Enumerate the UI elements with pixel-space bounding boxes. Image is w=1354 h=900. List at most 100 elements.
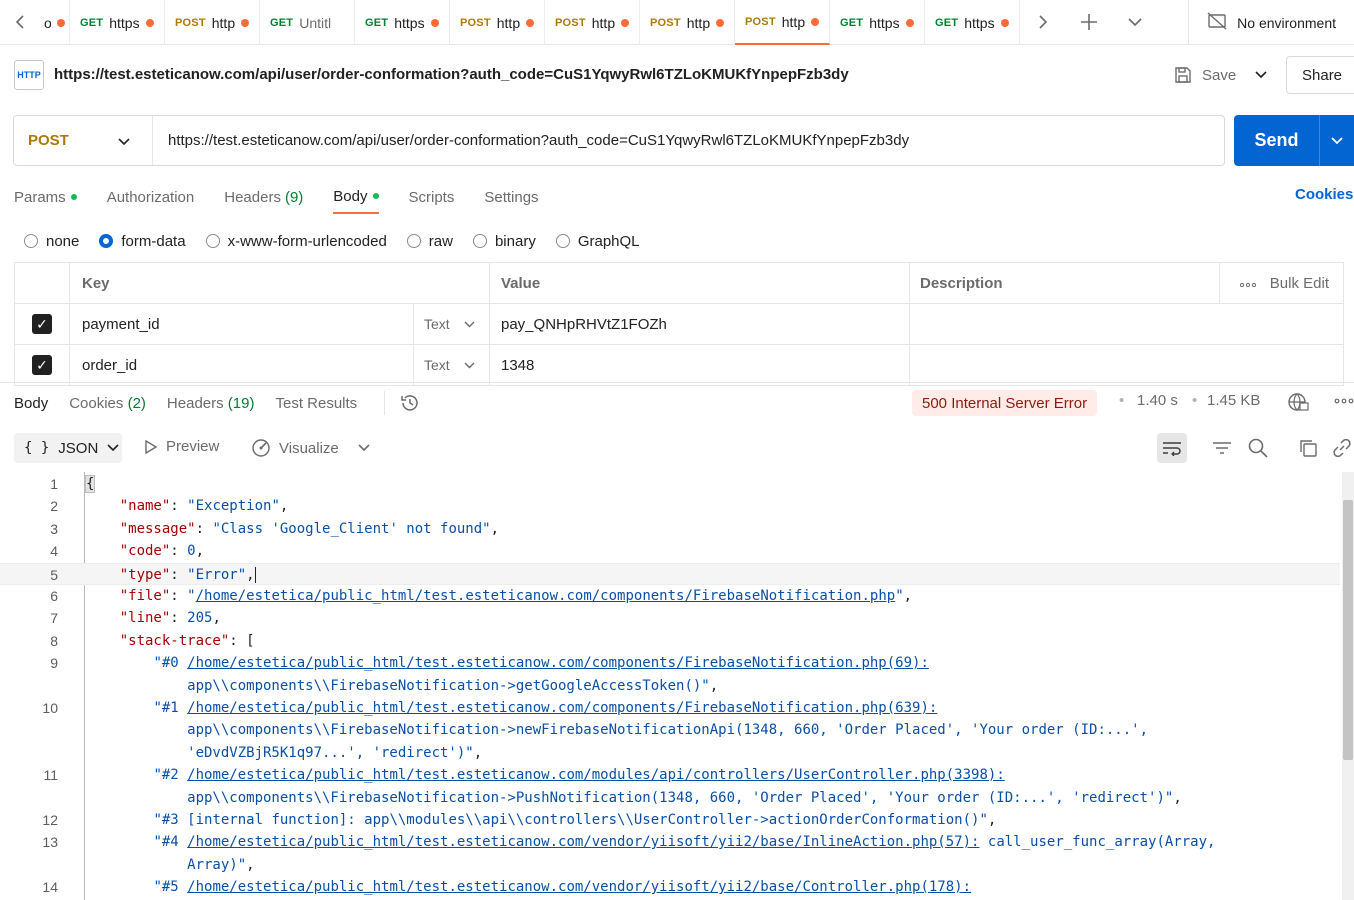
description-input[interactable] bbox=[910, 304, 1344, 344]
filter-icon[interactable] bbox=[1207, 433, 1237, 463]
response-headers-count: (19) bbox=[227, 394, 255, 412]
body-type-option[interactable]: none bbox=[24, 233, 79, 250]
cookies-link[interactable]: Cookies bbox=[1295, 186, 1353, 203]
type-value: Text bbox=[424, 316, 450, 332]
radio-button[interactable] bbox=[406, 234, 421, 248]
network-globe-icon[interactable] bbox=[1287, 392, 1309, 415]
file-path-link[interactable]: /home/estetica/public_html/test.estetica… bbox=[196, 588, 896, 604]
more-options-icon[interactable] bbox=[1239, 275, 1256, 292]
request-tab[interactable]: POST http bbox=[450, 0, 545, 45]
file-path-link[interactable]: /home/estetica/public_html/test.estetica… bbox=[187, 655, 929, 671]
copy-icon[interactable] bbox=[1293, 433, 1323, 463]
request-tab[interactable]: GET https bbox=[925, 0, 1020, 45]
search-icon[interactable] bbox=[1243, 433, 1273, 463]
description-input[interactable] bbox=[910, 345, 1344, 385]
key-input[interactable]: order_id bbox=[70, 345, 414, 385]
bulk-edit-button[interactable]: Bulk Edit bbox=[1270, 275, 1329, 292]
response-tab-headers[interactable]: Headers (19) bbox=[167, 395, 255, 412]
save-options-chevron-down-icon[interactable] bbox=[1246, 56, 1276, 94]
file-path-link[interactable]: /home/estetica/public_html/test.estetica… bbox=[187, 700, 937, 716]
send-button[interactable]: Send bbox=[1234, 115, 1354, 166]
request-tab[interactable]: POST http bbox=[735, 0, 830, 45]
save-button[interactable]: Save bbox=[1166, 56, 1244, 94]
type-select[interactable]: Text bbox=[414, 304, 490, 344]
request-tab[interactable]: GET https bbox=[70, 0, 165, 45]
body-type-option[interactable]: form-data bbox=[99, 233, 186, 250]
body-type-option[interactable]: raw bbox=[406, 233, 453, 250]
format-select[interactable]: { } JSON bbox=[14, 433, 122, 463]
environment-selector[interactable]: No environment bbox=[1188, 0, 1354, 45]
play-icon bbox=[145, 439, 158, 454]
code-line: 4 "code": 0, bbox=[0, 540, 1340, 562]
response-size[interactable]: 1.45 KB bbox=[1207, 392, 1260, 409]
visualize-chevron-down-icon[interactable] bbox=[358, 438, 370, 459]
tab-body[interactable]: Body bbox=[333, 180, 379, 214]
tab-method: POST bbox=[460, 16, 491, 29]
response-tab-cookies[interactable]: Cookies (2) bbox=[69, 395, 146, 412]
body-type-option[interactable]: x-www-form-urlencoded bbox=[205, 233, 387, 250]
tab-body-label: Body bbox=[333, 187, 368, 205]
tab-headers[interactable]: Headers (9) bbox=[224, 180, 303, 214]
code-scrollbar-thumb[interactable] bbox=[1343, 500, 1353, 760]
row-checkbox[interactable]: ✓ bbox=[32, 355, 52, 375]
file-path-link[interactable]: /home/estetica/public_html/test.estetica… bbox=[187, 879, 971, 895]
value-input[interactable]: 1348 bbox=[490, 345, 910, 385]
radio-button[interactable] bbox=[472, 234, 487, 248]
request-tab[interactable]: POST http bbox=[545, 0, 640, 45]
preview-button[interactable]: Preview bbox=[144, 438, 219, 455]
code-text: "#0 /home/estetica/public_html/test.este… bbox=[86, 652, 929, 674]
response-time[interactable]: 1.40 s bbox=[1137, 392, 1178, 409]
file-path-link[interactable]: /home/estetica/public_html/test.estetica… bbox=[187, 834, 979, 850]
method-select[interactable]: POST bbox=[14, 116, 153, 165]
request-name[interactable]: https://test.esteticanow.com/api/user/or… bbox=[54, 66, 849, 83]
row-checkbox[interactable]: ✓ bbox=[32, 314, 52, 334]
request-tab[interactable]: GET https bbox=[830, 0, 925, 45]
radio-button[interactable] bbox=[99, 234, 114, 248]
tab-settings[interactable]: Settings bbox=[484, 180, 538, 214]
key-input[interactable]: payment_id bbox=[70, 304, 414, 344]
history-icon[interactable] bbox=[384, 391, 424, 415]
request-tab[interactable]: GET Untitl bbox=[260, 0, 355, 45]
radio-button[interactable] bbox=[24, 234, 38, 248]
send-options-chevron-down-icon[interactable] bbox=[1320, 136, 1354, 145]
json-braces-icon: { } bbox=[24, 440, 50, 456]
request-tab[interactable]: GET https bbox=[355, 0, 450, 45]
radio-button[interactable] bbox=[555, 234, 570, 248]
code-text: "stack-trace": [ bbox=[86, 630, 255, 652]
tab-authorization[interactable]: Authorization bbox=[107, 180, 195, 214]
visualize-label: Visualize bbox=[279, 439, 339, 457]
request-tab[interactable]: POST http bbox=[165, 0, 260, 45]
response-tab-test-results[interactable]: Test Results bbox=[275, 395, 357, 412]
tabs-menu-chevron-down-icon[interactable] bbox=[1112, 0, 1158, 45]
url-input[interactable]: https://test.esteticanow.com/api/user/or… bbox=[153, 132, 1224, 149]
code-line: 8 "stack-trace": [ bbox=[0, 630, 1340, 652]
response-code-editor[interactable]: 1{2 "name": "Exception", 3 "message": "Cl… bbox=[0, 472, 1354, 900]
visualize-button[interactable]: Visualize bbox=[251, 438, 339, 458]
scroll-tabs-right-icon[interactable] bbox=[1020, 0, 1066, 45]
type-select[interactable]: Text bbox=[414, 345, 490, 385]
wrap-lines-icon[interactable] bbox=[1157, 433, 1187, 463]
code-token: : bbox=[170, 498, 188, 514]
body-type-option[interactable]: binary bbox=[472, 233, 536, 250]
unsaved-changes-dot bbox=[57, 18, 65, 27]
response-more-icon[interactable] bbox=[1334, 394, 1354, 411]
link-icon[interactable] bbox=[1327, 433, 1354, 463]
status-badge[interactable]: 500 Internal Server Error bbox=[912, 390, 1098, 416]
share-button[interactable]: Share bbox=[1286, 56, 1354, 94]
tab-params[interactable]: Params bbox=[14, 180, 77, 214]
body-type-option[interactable]: GraphQL bbox=[555, 233, 640, 250]
table-header-row: Key Value Description Bulk Edit bbox=[14, 263, 1344, 304]
radio-button[interactable] bbox=[205, 234, 220, 248]
tab-scripts[interactable]: Scripts bbox=[409, 180, 455, 214]
response-tab-body[interactable]: Body bbox=[14, 395, 48, 412]
value-input[interactable]: pay_QNHpRHVtZ1FOZh bbox=[490, 304, 910, 344]
matching-bracket: { bbox=[84, 475, 96, 493]
code-token: app\\components\\FirebaseNotification->n… bbox=[86, 722, 1149, 738]
new-tab-plus-icon[interactable] bbox=[1066, 0, 1112, 45]
request-tab[interactable]: POST http bbox=[640, 0, 735, 45]
file-path-link[interactable]: /home/estetica/public_html/test.estetica… bbox=[187, 767, 1005, 783]
scroll-tabs-left-icon[interactable] bbox=[0, 0, 40, 44]
request-tab[interactable]: o bbox=[40, 0, 70, 45]
response-divider[interactable] bbox=[0, 382, 1354, 383]
